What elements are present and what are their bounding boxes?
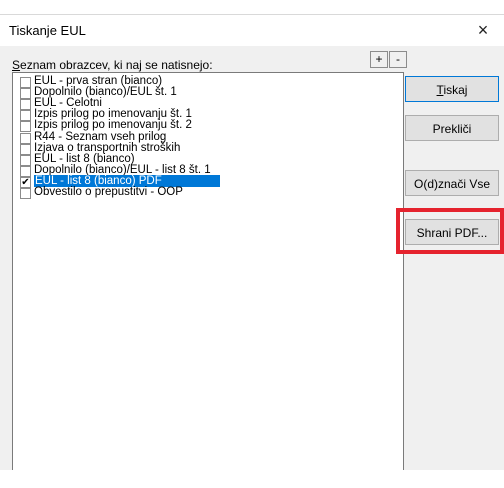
remove-button[interactable]: - — [389, 51, 407, 68]
list-label-mnemonic: S — [12, 58, 21, 72]
checkbox[interactable] — [20, 143, 31, 155]
add-button[interactable]: + — [370, 51, 388, 68]
checkbox[interactable] — [20, 188, 31, 199]
checkbox[interactable] — [20, 165, 31, 177]
annotation-highlight-box — [396, 208, 504, 254]
print-label: iskaj — [443, 83, 468, 97]
checkbox[interactable] — [20, 77, 31, 88]
form-list[interactable]: EUL - prva stran (bianco) Dopolnilo (bian… — [12, 72, 404, 478]
cancel-button[interactable]: Prekliči — [405, 115, 499, 141]
title-bar: Tiskanje EUL × — [0, 15, 504, 46]
toggle-all-button[interactable]: O(d)znači Vse — [405, 170, 499, 196]
checkbox[interactable] — [20, 154, 31, 166]
close-icon[interactable]: × — [472, 19, 494, 41]
list-label-text: eznam obrazcev, ki naj se natisnejo: — [20, 58, 213, 72]
dialog-body: Seznam obrazcev, ki naj se natisnejo: + … — [0, 46, 504, 488]
checkbox[interactable] — [20, 121, 31, 133]
checkbox[interactable] — [20, 99, 31, 111]
window-title: Tiskanje EUL — [9, 23, 86, 38]
list-item-label: Obvestilo o prepustitvi - OOP — [34, 186, 183, 198]
checkbox[interactable] — [20, 88, 31, 100]
background-strip — [0, 0, 504, 15]
list-label: Seznam obrazcev, ki naj se natisnejo: — [12, 58, 213, 72]
bottom-strip — [0, 470, 504, 488]
checkbox[interactable] — [20, 110, 31, 122]
print-button[interactable]: Tiskaj — [405, 76, 499, 102]
checkbox[interactable]: ✔ — [20, 176, 31, 188]
checkbox[interactable] — [20, 132, 31, 144]
list-item[interactable]: Obvestilo o prepustitvi - OOP — [15, 186, 401, 199]
